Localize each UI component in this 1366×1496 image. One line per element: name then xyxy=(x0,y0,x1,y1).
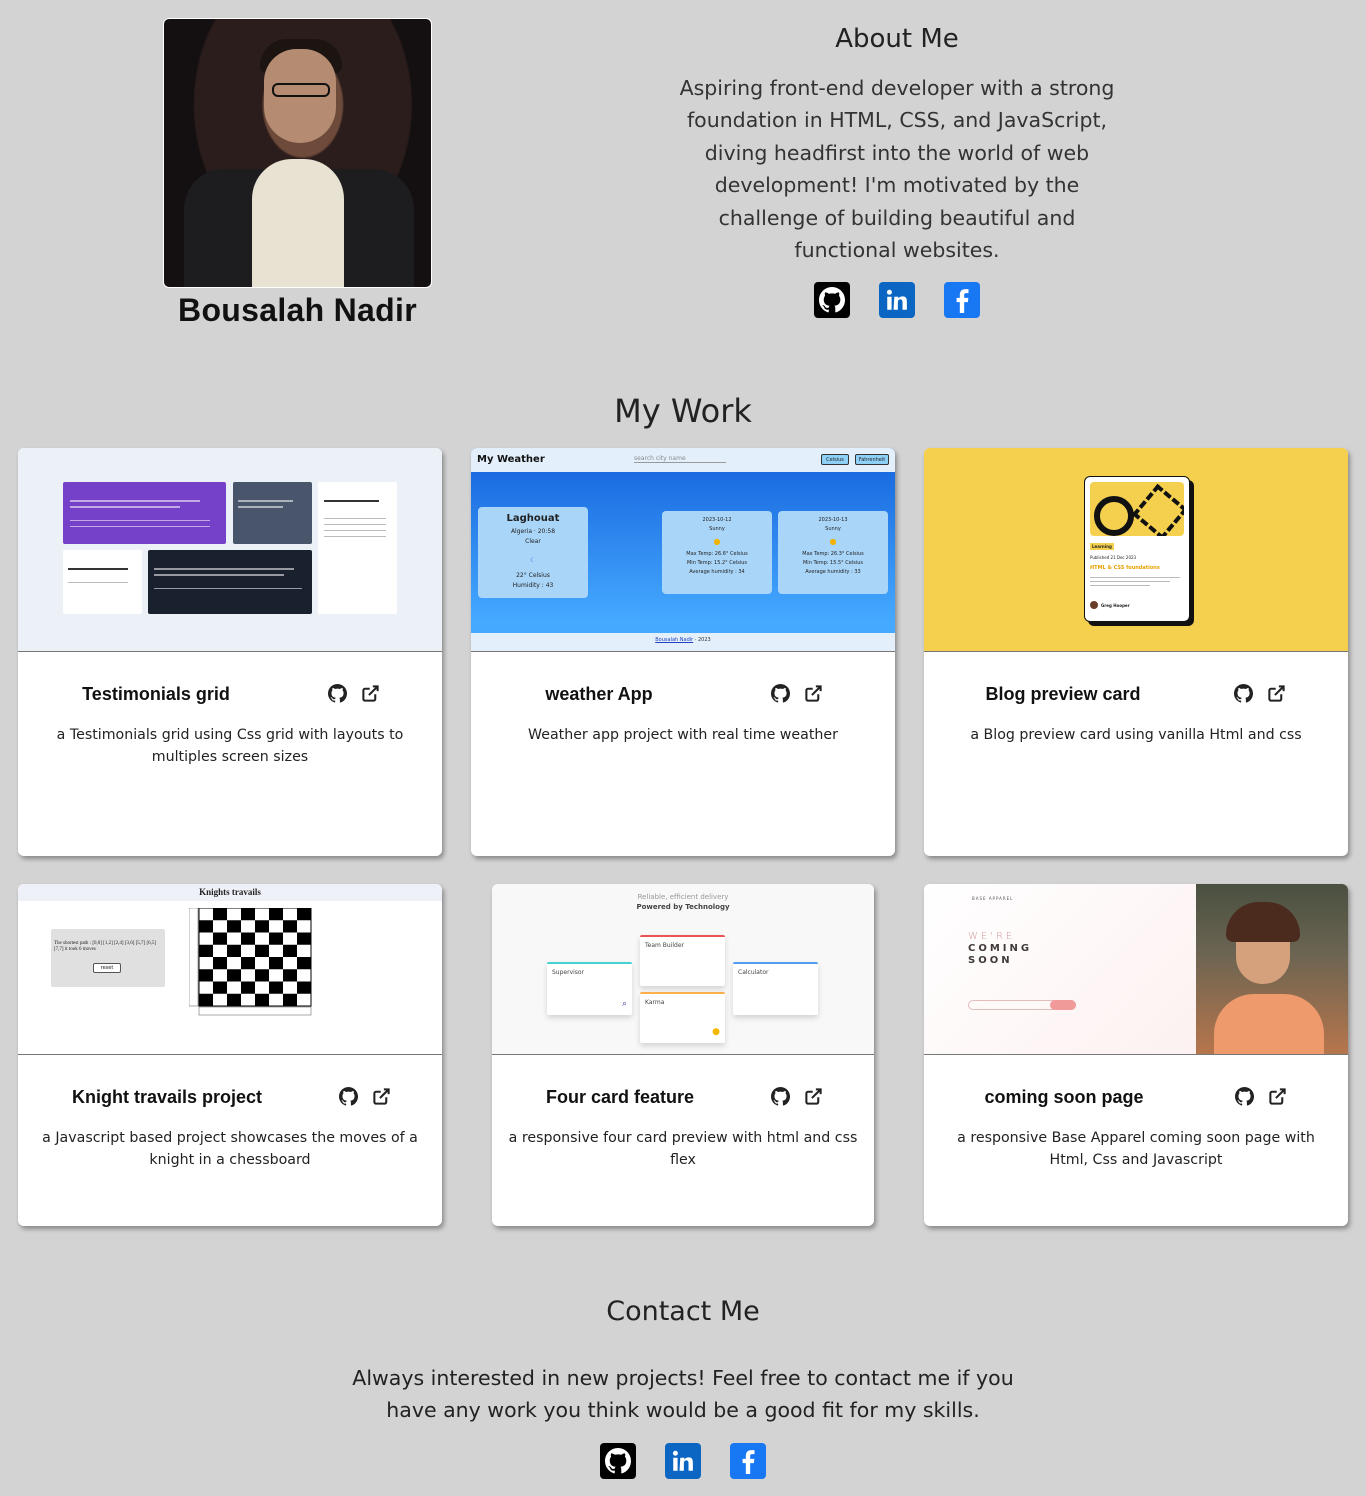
project-description: a Javascript based project showcases the… xyxy=(42,1130,418,1168)
project-screenshot: Learning Published 21 Dec 2023 HTML & CS… xyxy=(924,448,1348,652)
project-card-testimonials: Testimonials grid a Testimonials grid us… xyxy=(18,448,442,856)
github-icon[interactable] xyxy=(814,282,850,319)
facebook-icon[interactable] xyxy=(944,282,980,319)
linkedin-icon[interactable] xyxy=(665,1443,701,1479)
project-description: a responsive four card preview with html… xyxy=(508,1130,858,1168)
about-text: Aspiring front-end developer with a stro… xyxy=(679,76,1115,263)
contact-social-links xyxy=(0,1443,1366,1479)
project-title: Knight travails project xyxy=(71,1087,263,1107)
project-screenshot: BASE APPAREL WE'RE COMING SOON xyxy=(924,884,1348,1055)
linkedin-icon[interactable] xyxy=(879,282,915,319)
facebook-icon[interactable] xyxy=(730,1443,766,1479)
github-icon[interactable] xyxy=(1234,684,1254,703)
project-card-four-card: Reliable, efficient delivery Powered by … xyxy=(492,884,874,1226)
github-icon[interactable] xyxy=(771,1087,791,1106)
external-link-icon[interactable] xyxy=(804,1087,823,1106)
external-link-icon[interactable] xyxy=(361,684,380,703)
profile: Bousalah Nadir xyxy=(163,18,432,329)
external-link-icon[interactable] xyxy=(1268,1087,1287,1106)
project-title: Testimonials grid xyxy=(82,684,230,704)
profile-name: Bousalah Nadir xyxy=(178,292,417,328)
project-description: a responsive Base Apparel coming soon pa… xyxy=(957,1130,1315,1168)
github-icon[interactable] xyxy=(600,1443,636,1479)
project-title: coming soon page xyxy=(984,1087,1144,1107)
contact-title: Contact Me xyxy=(606,1296,760,1327)
project-description: a Testimonials grid using Css grid with … xyxy=(56,727,404,765)
project-description: Weather app project with real time weath… xyxy=(528,727,838,743)
github-icon[interactable] xyxy=(328,684,348,703)
project-title: weather App xyxy=(545,684,653,704)
work-title: My Work xyxy=(614,392,752,430)
contact-text: Always interested in new projects! Feel … xyxy=(352,1366,1014,1423)
github-icon[interactable] xyxy=(1235,1087,1255,1106)
project-title: Blog preview card xyxy=(985,684,1141,704)
external-link-icon[interactable] xyxy=(372,1087,391,1106)
project-screenshot: Knights travails The shortest path : [0,… xyxy=(18,884,442,1055)
about-section: About Me Aspiring front-end developer wi… xyxy=(668,24,1126,319)
project-card-knight: Knights travails The shortest path : [0,… xyxy=(18,884,442,1226)
project-description: a Blog preview card using vanilla Html a… xyxy=(970,727,1302,743)
project-card-weather: My Weather search city name Celsius Fahr… xyxy=(471,448,895,856)
project-card-coming-soon: BASE APPAREL WE'RE COMING SOON coming so… xyxy=(924,884,1348,1226)
project-screenshot: Reliable, efficient delivery Powered by … xyxy=(492,884,874,1055)
project-screenshot: My Weather search city name Celsius Fahr… xyxy=(471,448,895,652)
github-icon[interactable] xyxy=(771,684,791,703)
project-screenshot xyxy=(18,448,442,652)
about-title: About Me xyxy=(835,24,959,54)
project-card-blog: Learning Published 21 Dec 2023 HTML & CS… xyxy=(924,448,1348,856)
github-icon[interactable] xyxy=(339,1087,359,1106)
project-title: Four card feature xyxy=(545,1087,695,1107)
external-link-icon[interactable] xyxy=(1267,684,1286,703)
profile-photo xyxy=(163,18,432,288)
external-link-icon[interactable] xyxy=(804,684,823,703)
about-social-links xyxy=(668,282,1126,319)
